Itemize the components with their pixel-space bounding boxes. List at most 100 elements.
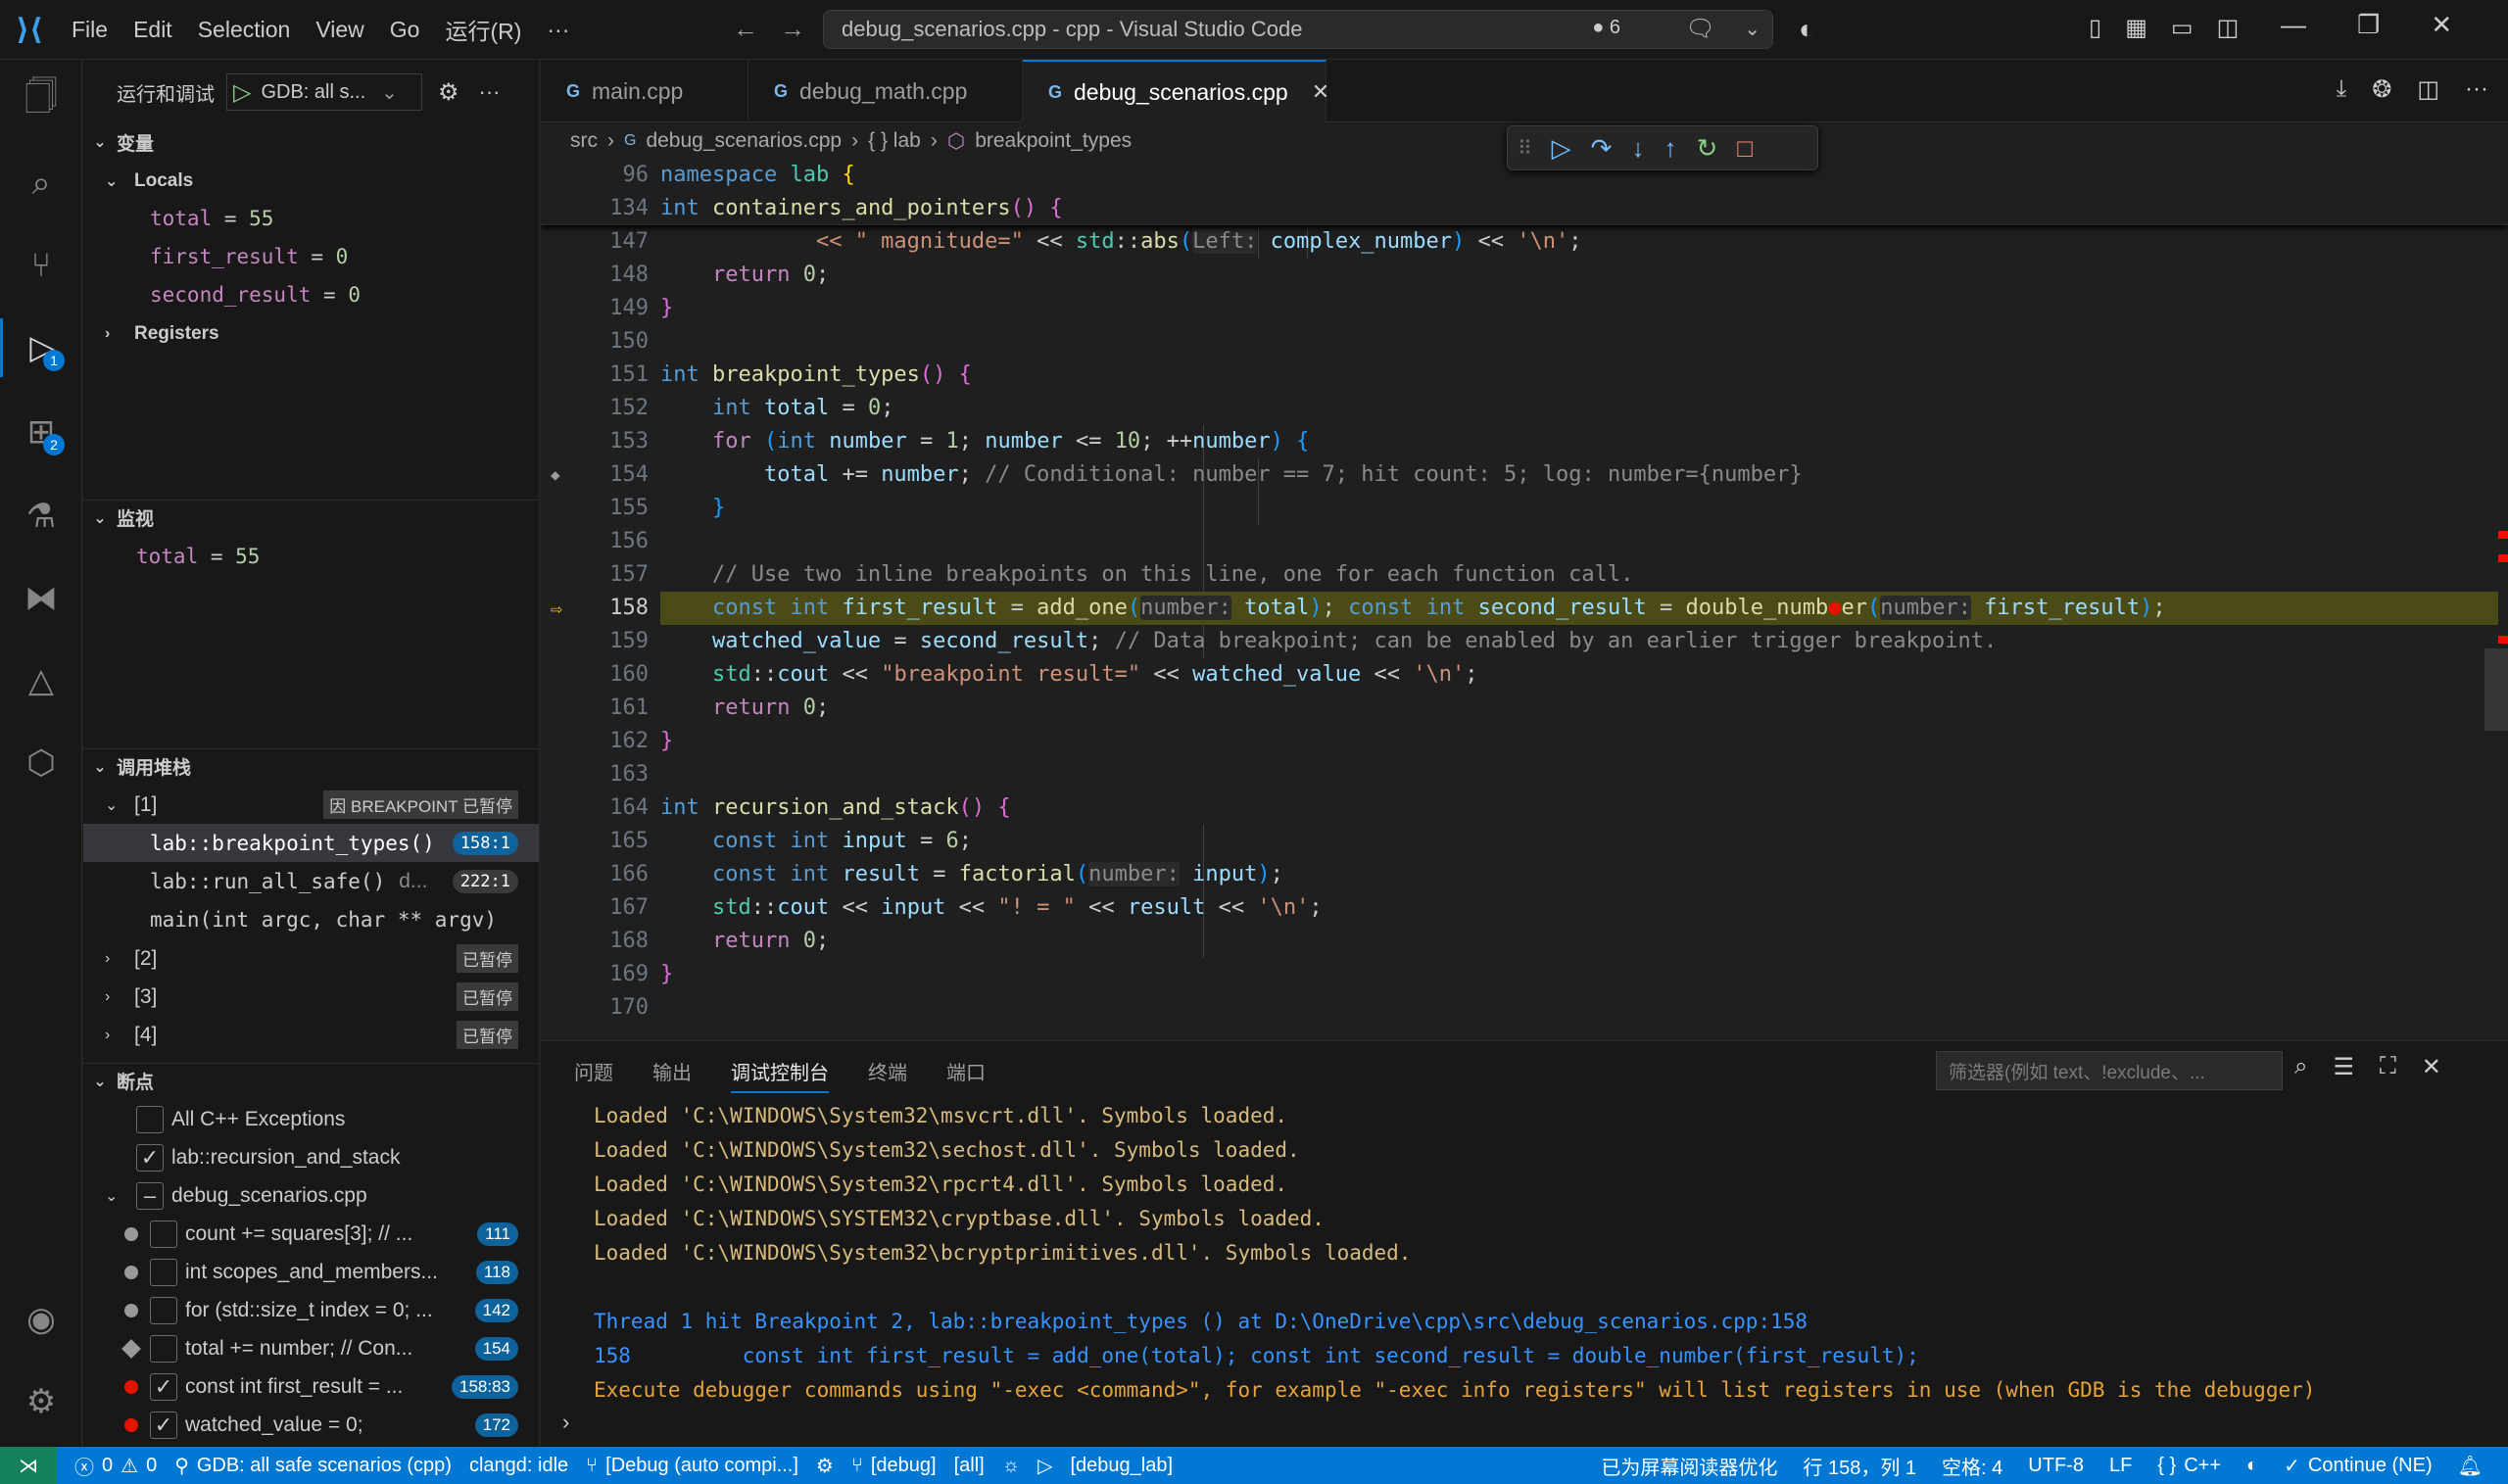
menu-view[interactable]: View	[303, 17, 376, 43]
manage-gear-icon[interactable]: ⚙	[0, 1372, 82, 1431]
chat-icon[interactable]: 🗨	[1686, 15, 1715, 43]
breakpoint-row[interactable]: count += squares[3]; // ... 111	[83, 1215, 539, 1253]
indentation-status[interactable]: 空格: 4	[1942, 1452, 2002, 1480]
cursor-position-status[interactable]: 行 158，列 1	[1803, 1452, 1916, 1480]
debug-config-select[interactable]: ▷ GDB: all s... ⌄	[226, 73, 422, 111]
breakpoint-row[interactable]: ✓ const int first_result = ... 158:83	[83, 1367, 539, 1406]
breakpoint-row[interactable]: ✓ watched_value = 0; 172	[83, 1406, 539, 1444]
breadcrumb-item[interactable]: { } lab	[868, 129, 921, 153]
copilot-chat-icon[interactable]: ❂	[2372, 75, 2391, 104]
stack-frame-row[interactable]: main(int argc, char ** argv)	[83, 900, 539, 938]
command-center[interactable]: debug_scenarios.cpp - cpp - Visual Studi…	[823, 10, 1773, 49]
continue-status[interactable]: ✓ Continue (NE)	[2284, 1454, 2432, 1478]
extensions-icon[interactable]: ⊞ 2	[0, 403, 82, 461]
tab-debug-scenarios-cpp[interactable]: G debug_scenarios.cpp ✕	[1023, 60, 1329, 122]
breakpoint-checkbox[interactable]: ✓	[150, 1411, 177, 1439]
remote-explorer-icon[interactable]: ⬡	[0, 734, 82, 792]
thread-row[interactable]: ⌄ [1] 因 BREAKPOINT 已暂停	[83, 786, 539, 824]
variant-status[interactable]: ⑂ [debug]	[851, 1455, 937, 1477]
encoding-status[interactable]: UTF-8	[2028, 1455, 2084, 1477]
copilot-status-icon[interactable]: ◐	[2246, 1455, 2258, 1477]
split-editor-icon[interactable]: ◫	[2417, 75, 2439, 104]
breakpoint-file-row[interactable]: ⌄ – debug_scenarios.cpp	[83, 1176, 539, 1215]
clear-console-icon[interactable]: ☰	[2333, 1053, 2354, 1081]
watch-section-header[interactable]: ⌄ 监视	[83, 500, 539, 535]
launch-target-status[interactable]: [debug_lab]	[1070, 1455, 1173, 1477]
tab-terminal[interactable]: 终端	[868, 1057, 907, 1093]
menu-go[interactable]: Go	[377, 17, 433, 43]
menu-more[interactable]: ···	[534, 17, 582, 43]
tab-output[interactable]: 输出	[652, 1057, 692, 1093]
step-out-icon[interactable]: ↑	[1664, 133, 1676, 164]
toggle-primary-sidebar-icon[interactable]: ▯	[2089, 14, 2101, 42]
filter-search-icon[interactable]: ⌕	[2294, 1053, 2307, 1081]
stop-icon[interactable]: □	[1737, 133, 1753, 164]
toggle-panel-icon[interactable]: ▭	[2171, 14, 2194, 42]
debug-config-status[interactable]: ⚲ GDB: all safe scenarios (cpp)	[174, 1454, 452, 1478]
debug-console-filter-input[interactable]: 筛选器(例如 text、!exclude、...	[1936, 1051, 2283, 1090]
breadcrumb-item[interactable]: breakpoint_types	[975, 129, 1132, 153]
close-tab-icon[interactable]: ✕	[1312, 79, 1329, 105]
current-execution-arrow-icon[interactable]: ⇨	[551, 592, 562, 625]
open-changes-icon[interactable]: ⤓	[2337, 75, 2347, 104]
maximize-panel-icon[interactable]: ⛶	[2380, 1053, 2396, 1081]
tab-ports[interactable]: 端口	[946, 1057, 986, 1093]
start-debug-icon[interactable]: ▷	[233, 78, 251, 107]
breadcrumb-item[interactable]: debug_scenarios.cpp	[646, 129, 842, 153]
thread-row[interactable]: › [3] 已暂停	[83, 978, 539, 1016]
accounts-icon[interactable]: ◉	[0, 1290, 82, 1349]
copilot-icon[interactable]: ◐	[1799, 14, 1815, 45]
breakpoint-checkbox[interactable]	[150, 1296, 177, 1324]
tab-debug-console[interactable]: 调试控制台	[731, 1057, 829, 1093]
tab-main-cpp[interactable]: G main.cpp	[541, 60, 748, 122]
breakpoint-row[interactable]: ✓ lab::recursion_and_stack	[83, 1138, 539, 1176]
callstack-section-header[interactable]: ⌄ 调用堆栈	[83, 748, 539, 784]
tab-problems[interactable]: 问题	[574, 1057, 613, 1093]
more-actions-icon[interactable]: ···	[2465, 75, 2488, 104]
stack-frame-row[interactable]: lab::breakpoint_types() 158:1	[83, 824, 539, 862]
breakpoint-row[interactable]: total += number; // Con... 154	[83, 1329, 539, 1367]
more-actions-icon[interactable]: ···	[479, 79, 501, 105]
registers-scope[interactable]: › Registers	[83, 314, 539, 353]
screen-reader-status[interactable]: 已为屏幕阅读器优化	[1601, 1452, 1777, 1480]
restore-icon[interactable]: ❐	[2357, 10, 2380, 40]
close-panel-icon[interactable]: ✕	[2422, 1053, 2441, 1081]
breakpoint-row[interactable]: All C++ Exceptions	[83, 1100, 539, 1138]
cmake-icon[interactable]: △	[0, 651, 82, 710]
menu-edit[interactable]: Edit	[121, 17, 185, 43]
breakpoint-checkbox[interactable]	[150, 1258, 177, 1286]
breakpoint-checkbox[interactable]	[150, 1334, 177, 1363]
run-debug-icon[interactable]: ▷ 1	[0, 318, 82, 377]
variable-row[interactable]: total = 55	[83, 199, 539, 237]
drag-handle-icon[interactable]: ⠿	[1518, 136, 1532, 161]
explorer-icon[interactable]: 🗍	[0, 72, 82, 130]
clangd-status[interactable]: clangd: idle	[469, 1455, 568, 1477]
step-into-icon[interactable]: ↓	[1631, 133, 1644, 164]
thread-row[interactable]: › [2] 已暂停	[83, 939, 539, 978]
minimize-icon[interactable]: —	[2281, 10, 2306, 40]
notifications-bell-icon[interactable]: 🔔︎	[2458, 1454, 2483, 1478]
breakpoint-file-checkbox[interactable]: –	[136, 1181, 164, 1210]
variables-section-header[interactable]: ⌄ 变量	[83, 124, 539, 160]
breakpoint-checkbox[interactable]	[136, 1105, 164, 1133]
menu-file[interactable]: File	[59, 17, 121, 43]
debug-bug-icon[interactable]: ☼	[1002, 1455, 1020, 1477]
testing-icon[interactable]: ⚗	[0, 487, 82, 546]
code-editor[interactable]: 147 148 149 150 151 152 153 154 155 156 …	[541, 159, 2508, 1040]
breadcrumb-item[interactable]: src	[570, 129, 598, 153]
step-over-icon[interactable]: ↷	[1591, 133, 1613, 164]
remote-indicator-icon[interactable]: ⋊	[0, 1447, 57, 1484]
open-launch-json-gear-icon[interactable]: ⚙	[438, 78, 459, 107]
scrollbar-thumb[interactable]	[2484, 648, 2508, 731]
problems-indicator[interactable]: ⓧ 0 ⚠ 0	[74, 1452, 157, 1480]
close-window-icon[interactable]: ✕	[2431, 10, 2452, 40]
console-input-chevron-icon[interactable]: ›	[562, 1410, 569, 1435]
dirty-files-indicator[interactable]: ● 6	[1592, 17, 1620, 39]
breakpoint-row[interactable]: for (std::size_t index = 0; ... 142	[83, 1291, 539, 1329]
build-preset-status[interactable]: ⑂ [Debug (auto compi...]	[586, 1455, 798, 1477]
search-icon[interactable]: ⌕	[0, 154, 82, 213]
restart-icon[interactable]: ↻	[1696, 133, 1717, 164]
breakpoint-checkbox[interactable]: ✓	[150, 1372, 177, 1401]
conditional-breakpoint-gutter-icon[interactable]: ◆	[551, 458, 560, 492]
breakpoint-checkbox[interactable]	[150, 1220, 177, 1248]
